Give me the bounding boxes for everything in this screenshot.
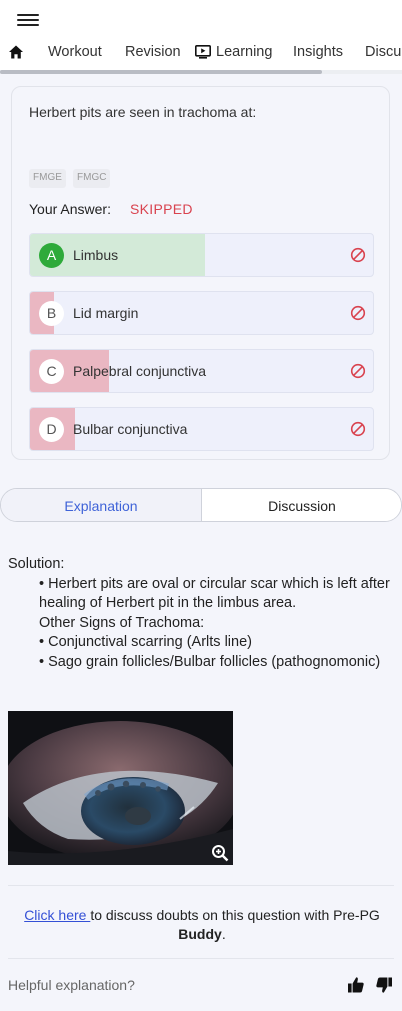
nav-tabs: Workout Revision Learning Insights Discu [0,40,402,66]
tab-revision[interactable]: Revision [125,44,181,60]
question-card: Herbert pits are seen in trachoma at: FM… [11,86,390,460]
option-c-text: Palpebral conjunctiva [73,363,207,379]
solution-line: • Herbert pits are oval or circular scar… [39,575,390,612]
explanation-discussion-toggle: Explanation Discussion [0,488,402,522]
trachoma-eye-image[interactable] [8,711,233,865]
discuss-prompt: Click here to discuss doubts on this que… [10,906,394,944]
tabs-scrollbar-thumb[interactable] [0,70,322,74]
option-c[interactable]: C Palpebral conjunctiva [29,349,374,393]
play-screen-icon [195,45,211,59]
question-text: Herbert pits are seen in trachoma at: [29,104,257,120]
discuss-period: . [221,926,226,942]
divider [8,958,394,959]
option-c-letter: C [39,359,64,384]
option-a[interactable]: A Limbus [29,233,374,277]
prohibited-icon [350,421,366,437]
thumbs-down-icon[interactable] [375,976,393,994]
tab-workout[interactable]: Workout [48,44,102,60]
prohibited-icon [350,247,366,263]
menu-icon[interactable] [17,11,39,29]
buddy-label: Buddy [178,926,222,942]
option-a-letter: A [39,243,64,268]
home-icon[interactable] [8,44,24,60]
solution-line: Other Signs of Trachoma: [39,614,205,631]
tag-fmge: FMGE [29,169,66,188]
option-d-letter: D [39,417,64,442]
thumbs-up-icon[interactable] [347,976,365,994]
option-d-text: Bulbar conjunctiva [73,421,188,437]
divider [8,885,394,886]
prohibited-icon [350,363,366,379]
option-a-text: Limbus [73,247,119,263]
zoom-in-icon[interactable] [211,844,229,862]
top-bar: Workout Revision Learning Insights Discu [0,0,402,74]
answer-status: SKIPPED [130,201,193,217]
solution-line: • Sago grain follicles/Bulbar follicles … [39,653,381,670]
eye-illustration [8,711,233,865]
prohibited-icon [350,305,366,321]
solution-block: Solution: • Herbert pits are oval or cir… [8,555,398,672]
option-d[interactable]: D Bulbar conjunctiva [29,407,374,451]
tag-fmgc: FMGC [73,169,111,188]
option-b-letter: B [39,301,64,326]
option-b[interactable]: B Lid margin [29,291,374,335]
tab-explanation[interactable]: Explanation [1,489,202,521]
your-answer-label: Your Answer: [29,201,111,217]
click-here-link[interactable]: Click here [24,907,90,923]
tab-discussion-toggle[interactable]: Discussion [202,489,401,521]
tab-learning[interactable]: Learning [216,44,272,60]
helpful-label: Helpful explanation? [8,977,135,993]
solution-heading: Solution: [8,556,65,572]
tab-insights[interactable]: Insights [293,44,343,60]
solution-line: • Conjunctival scarring (Arlts line) [39,634,252,650]
discuss-text: to discuss doubts on this question with … [90,907,380,923]
option-b-text: Lid margin [73,305,139,321]
tab-discussion[interactable]: Discu [365,44,401,60]
